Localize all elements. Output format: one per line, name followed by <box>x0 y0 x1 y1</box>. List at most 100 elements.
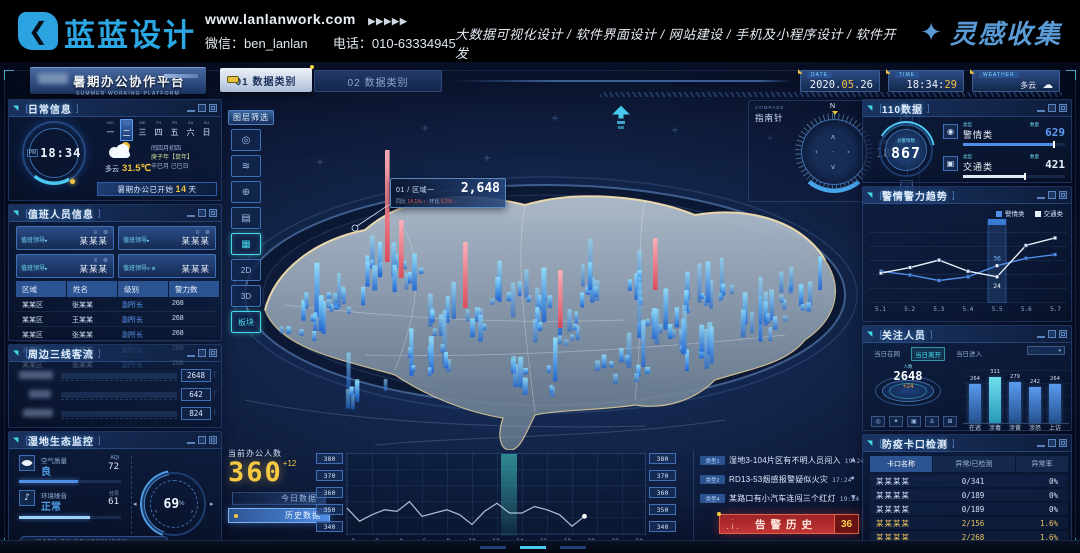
target-layer-button[interactable]: ⊕ <box>231 181 261 203</box>
duty-leader-card[interactable]: 值班领导≡ ⊗某某某 <box>118 254 216 278</box>
panel-title: 防疫卡口检测 <box>882 436 948 451</box>
panel-police-trend: ◥[警情警力趋势] · · · · · · 警情类 交通类 3624 5.15.… <box>862 186 1072 322</box>
minimize-icon[interactable] <box>187 210 195 217</box>
scroll-dot-icon: ● <box>851 475 855 480</box>
category-icon[interactable]: ◎ <box>871 416 885 427</box>
traffic-type-row: ▣ 类型交通类 数量421 <box>943 154 1065 184</box>
list-layer-button[interactable]: ▤ <box>231 207 261 229</box>
maximize-icon[interactable] <box>198 209 206 217</box>
lunar-calendar: 闰四月初四 庚子年【鼠年】 辛巳月 己巳日 <box>151 145 193 172</box>
map-tooltip: 01 / 区域一2,648 同比 14.1% ↑环比 6.2% ↑ <box>390 178 506 208</box>
bottom-frame-band <box>0 540 1080 553</box>
db-number: 61 <box>99 497 119 507</box>
maximize-icon[interactable] <box>1048 104 1056 112</box>
air-quality-value: 良 <box>41 463 51 478</box>
aqi-number: 72 <box>99 462 119 472</box>
weekday-cell: MO一 <box>104 119 117 141</box>
inspiration-collect[interactable]: ✦ 灵感收集 <box>920 14 1062 51</box>
maximize-icon[interactable] <box>198 349 206 357</box>
minimize-icon[interactable] <box>1037 192 1045 199</box>
category-icon[interactable]: ▣ <box>907 416 921 427</box>
website-link[interactable]: www.lanlanwork.com <box>205 11 356 27</box>
duty-leader-card[interactable]: 值班领导▸≡ ⊗某某某 <box>118 226 216 250</box>
alert-item[interactable]: 类型4某路口有小汽车连闯三个红灯19:24 <box>700 492 848 505</box>
poi-layer-button[interactable]: ◎ <box>231 129 261 151</box>
clock-time: 18:34 <box>40 146 81 160</box>
table-row[interactable]: 某某区王某某副所长268 <box>16 312 216 327</box>
minimize-icon[interactable] <box>187 105 195 112</box>
maximize-icon[interactable] <box>1048 330 1056 338</box>
office-trend-chart <box>346 453 646 535</box>
heat-layer-button[interactable]: ▦ <box>231 233 261 255</box>
minimize-icon[interactable] <box>187 350 195 357</box>
maximize-icon[interactable] <box>1048 191 1056 199</box>
checkpoint-table-header: 卡口名称 异常/已检测 异常率 <box>870 456 1068 472</box>
district-layer-button[interactable]: 板块 <box>231 311 261 333</box>
focus-tab[interactable]: 当日离开 <box>911 347 945 361</box>
compass-label-en: COMPASS <box>755 105 784 110</box>
platform-title-box: 暑期办公协作平台 SUMMER WORKING PLATFORM <box>30 67 206 94</box>
fullscreen-icon[interactable] <box>1059 191 1067 199</box>
fullscreen-icon[interactable] <box>1059 104 1067 112</box>
scroll-up-icon[interactable]: ▲ <box>851 456 856 463</box>
fullscreen-icon[interactable] <box>209 349 217 357</box>
table-row[interactable]: 某某某某2/1561.6% <box>870 517 1068 529</box>
alert-history-banner[interactable]: ! 告警历史 36 <box>719 514 859 534</box>
fullscreen-icon[interactable] <box>1059 439 1067 447</box>
header-rate[interactable]: 异常率 <box>1016 456 1068 472</box>
minimize-icon[interactable] <box>187 437 195 444</box>
view-2d-button[interactable]: 2D <box>231 259 261 281</box>
fullscreen-icon[interactable] <box>209 104 217 112</box>
phone-value: 010-63334945 <box>372 36 456 51</box>
category-icon[interactable]: ⊞ <box>943 416 957 427</box>
maximize-icon[interactable] <box>198 436 206 444</box>
duty-leader-card[interactable]: 值班领导▸≡ ⊗某某某 <box>16 226 114 250</box>
maximize-icon[interactable] <box>198 104 206 112</box>
summer-notice: 暑期办公已开始14天 <box>97 182 217 196</box>
tab-data-category-1[interactable]: 01 数据类别 <box>220 68 312 92</box>
category-icon[interactable]: ✦ <box>889 416 903 427</box>
panel-title: 周边三线客流 <box>28 346 94 361</box>
header-checkpoint-name[interactable]: 卡口名称 <box>870 456 932 472</box>
focus-category-icons: ◎ ✦ ▣ ♙ ⊞ <box>871 416 957 427</box>
table-row[interactable]: 某某某某0/3410% <box>870 475 1068 487</box>
table-row[interactable]: 某某某某0/1890% <box>870 489 1068 501</box>
table-row[interactable]: 某某区张某某副所长268 <box>16 297 216 312</box>
eco-gauge: ‹69%› <box>142 472 206 536</box>
layer-filter-title: 图层筛选 <box>228 110 274 125</box>
db-unit: 分贝 <box>99 490 119 497</box>
category-icon[interactable]: ♙ <box>925 416 939 427</box>
time-label: TIME <box>895 72 919 78</box>
panel-eco-monitor: ◥[湿地生态监控] · · · · · · 空气质量 良 AQI 72 ♪ 环境… <box>8 431 222 553</box>
table-row[interactable]: 某某某某0/1890% <box>870 503 1068 515</box>
signal-layer-button[interactable]: ≋ <box>231 155 261 177</box>
minimize-icon[interactable] <box>1037 105 1045 112</box>
alert-item[interactable]: 类型2RD13-53烟感报警疑似火灾17:24 <box>700 473 848 486</box>
history-data-button[interactable]: 历史数据 <box>228 508 330 523</box>
vehicle-icon: ▣ <box>943 156 958 171</box>
focus-bar: 279涉黄 <box>1009 382 1021 423</box>
scroll-down-icon[interactable]: ▼ <box>851 494 856 501</box>
alert-item[interactable]: 类型1湿地3-104片区有不明人员闯入19:24 <box>700 454 848 467</box>
north-arrow-icon <box>608 103 634 133</box>
lanlan-logo-icon: ❮ <box>18 12 58 50</box>
focus-radial-gauge: 人数2648+24 <box>875 362 941 414</box>
fullscreen-icon[interactable] <box>209 209 217 217</box>
fullscreen-icon[interactable] <box>1059 330 1067 338</box>
flow-value: 642 <box>181 388 211 401</box>
maximize-icon[interactable] <box>1048 439 1056 447</box>
header-detected[interactable]: 异常/已检测 <box>933 456 1015 472</box>
filter-dropdown[interactable]: · · ·▾ <box>1027 346 1065 355</box>
table-row[interactable]: 某某区张某某副所长268 <box>16 327 216 342</box>
focus-tab[interactable]: 当日在网 <box>871 347 903 361</box>
today-data-button[interactable]: 今日数据 <box>232 492 326 505</box>
temperature: 31.5℃ <box>122 163 151 174</box>
view-3d-button[interactable]: 3D <box>231 285 261 307</box>
fullscreen-icon[interactable] <box>209 436 217 444</box>
gauge-right-arrow[interactable]: ▸ <box>210 500 214 508</box>
minimize-icon[interactable] <box>1037 440 1045 447</box>
duty-leader-card[interactable]: 值班领导▸≡ ⊗某某某 <box>16 254 114 278</box>
tab-data-category-2[interactable]: 02 数据类别 <box>314 70 442 92</box>
minimize-icon[interactable] <box>1037 331 1045 338</box>
gauge-left-arrow[interactable]: ◂ <box>133 500 137 508</box>
